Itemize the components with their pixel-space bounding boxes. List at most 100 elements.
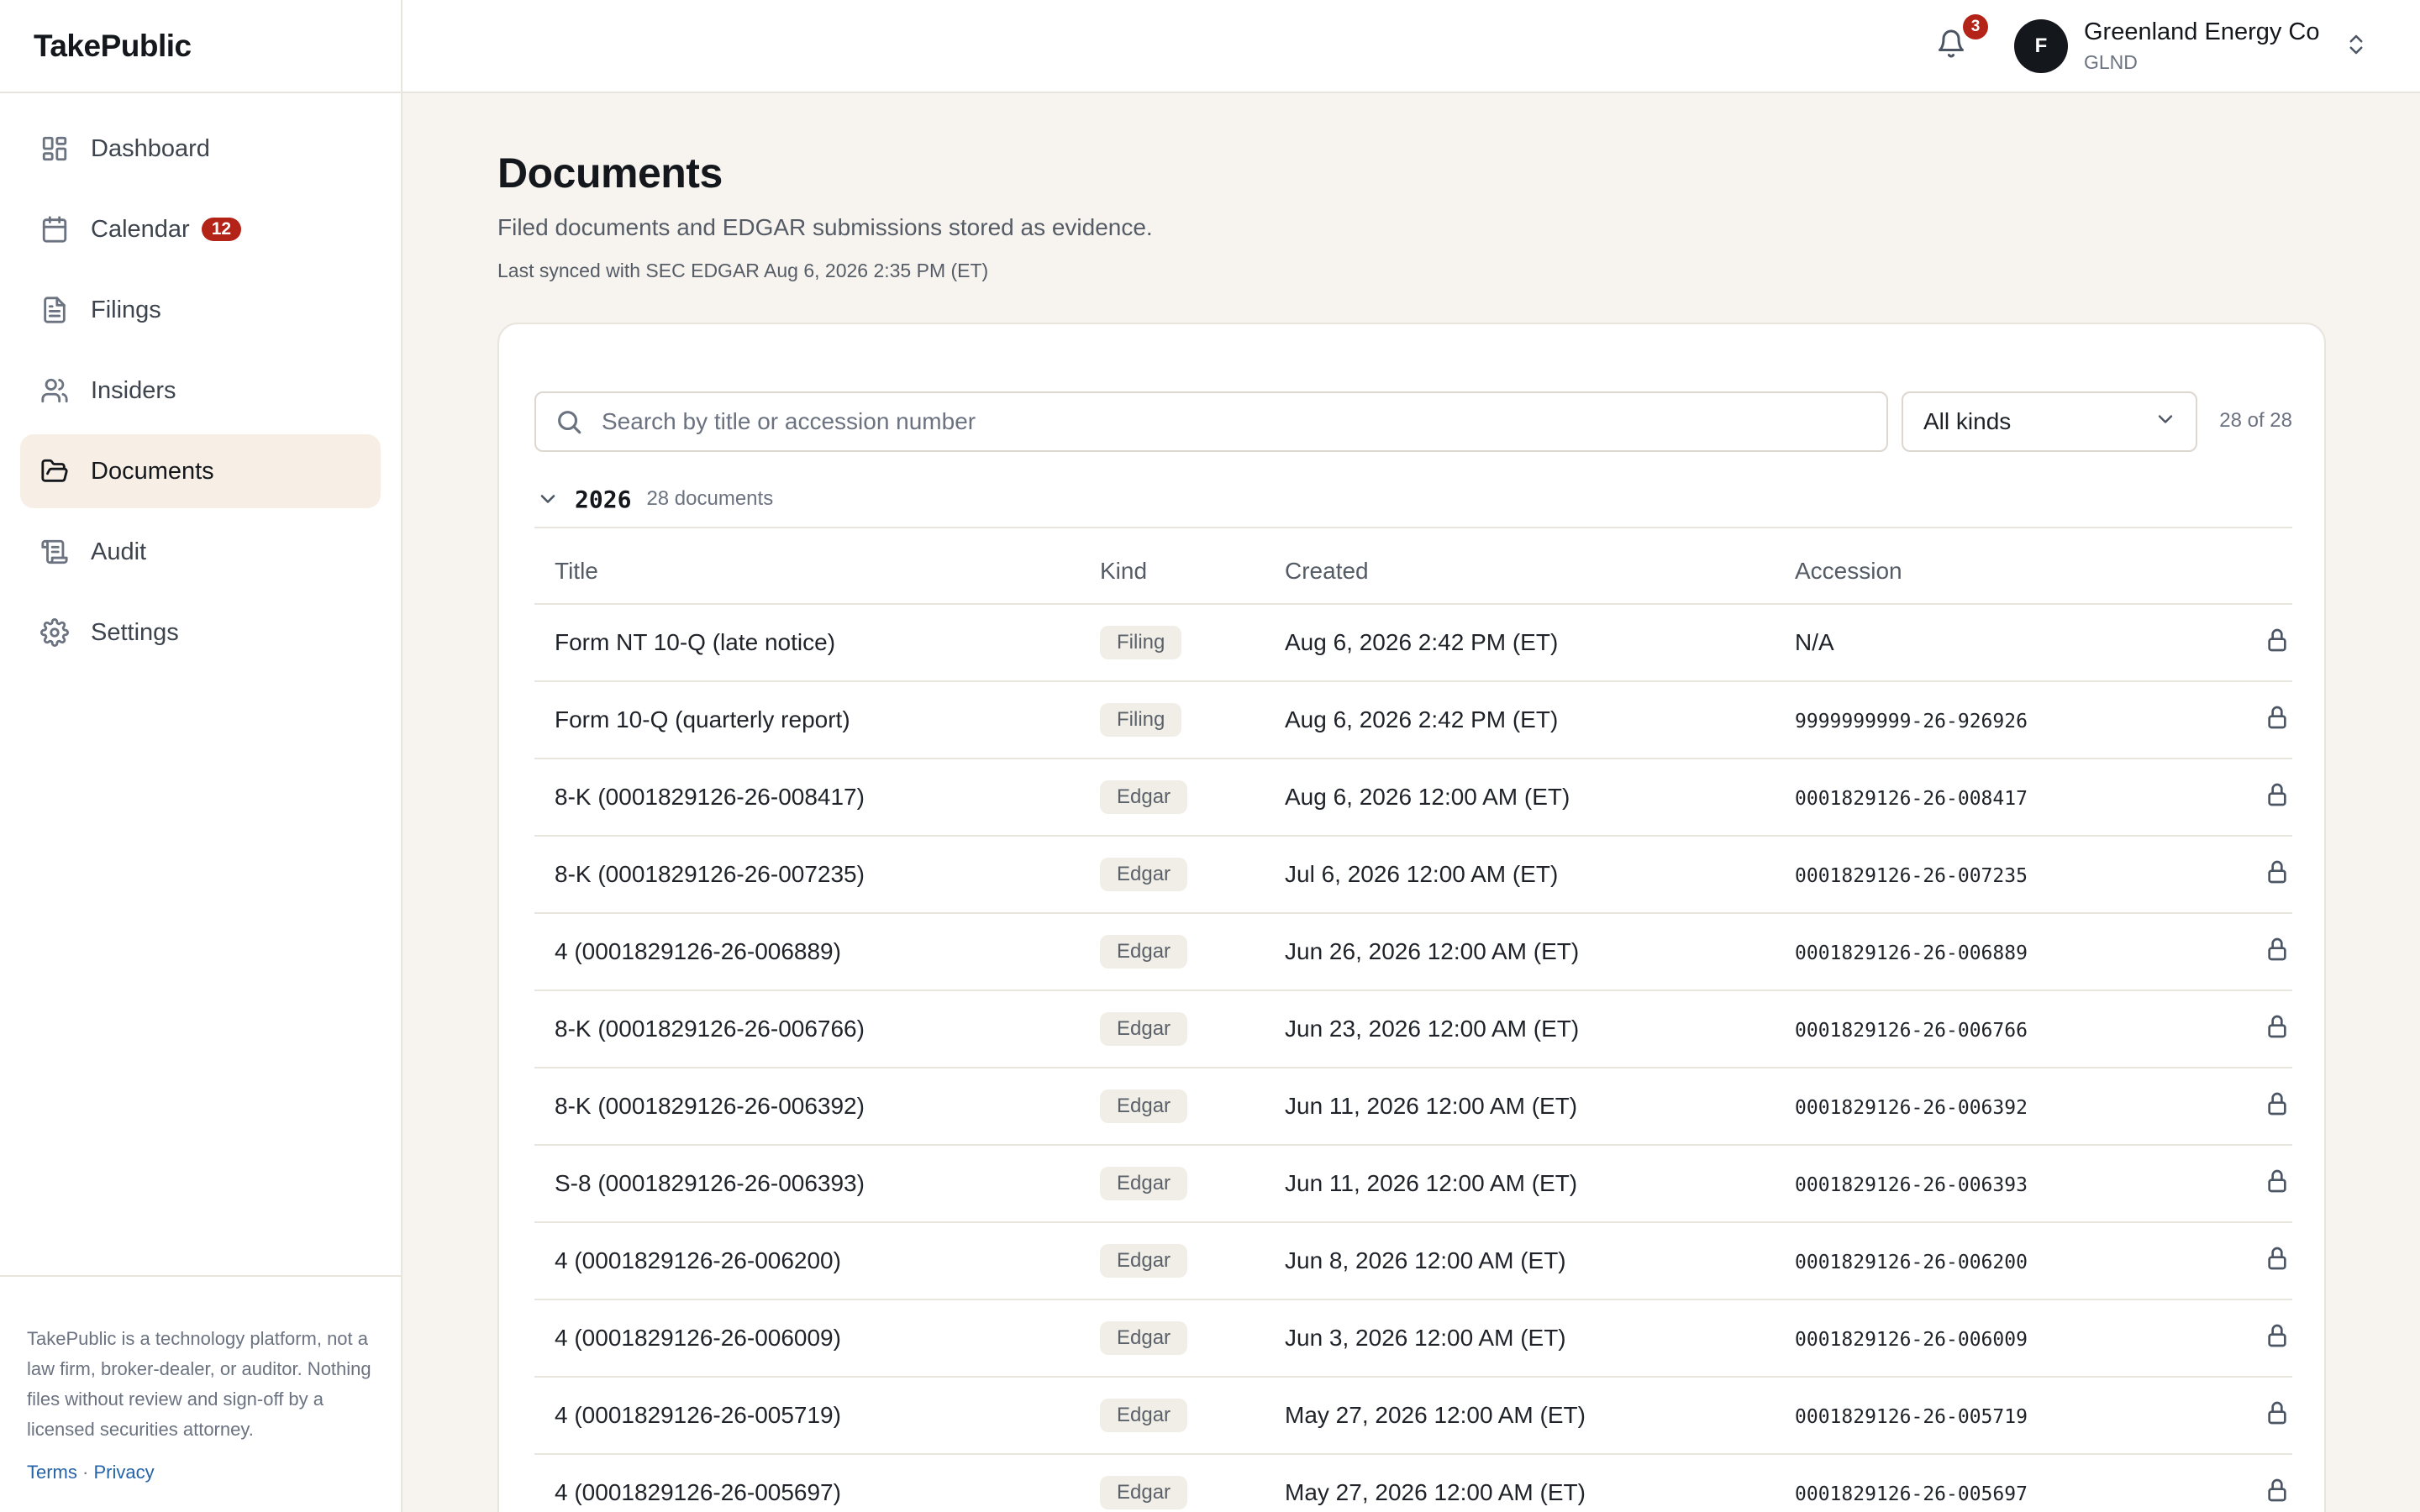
calendar-count-badge: 12 — [201, 218, 242, 241]
search-input[interactable] — [602, 396, 1886, 447]
column-header-created[interactable]: Created — [1285, 528, 1795, 605]
kind-cell: Edgar — [1100, 1068, 1285, 1146]
legal-links: Terms · Privacy — [27, 1462, 374, 1483]
company-switcher-toggle[interactable] — [2344, 32, 2372, 60]
group-document-count: 28 documents — [646, 487, 774, 510]
search-field[interactable] — [534, 391, 1888, 452]
document-title[interactable]: 8-K (0001829126-26-007235) — [534, 836, 1100, 914]
kind-badge: Edgar — [1100, 1012, 1188, 1046]
document-title[interactable]: 8-K (0001829126-26-008417) — [534, 759, 1100, 837]
documents-table: Title Kind Created Accession Form NT 10-… — [534, 528, 2292, 1512]
created-date: Jun 26, 2026 12:00 AM (ET) — [1285, 913, 1795, 991]
table-row[interactable]: 4 (0001829126-26-006009) Edgar Jun 3, 2026… — [534, 1299, 2292, 1378]
document-title[interactable]: 4 (0001829126-26-006009) — [534, 1299, 1100, 1378]
lock-icon[interactable] — [2264, 1399, 2291, 1432]
sidebar-item-filings[interactable]: Filings — [20, 273, 381, 347]
sidebar-item-audit[interactable]: Audit — [20, 515, 381, 589]
lock-icon[interactable] — [2264, 1090, 2291, 1123]
column-header-lock — [2165, 528, 2292, 605]
column-header-title[interactable]: Title — [534, 528, 1100, 605]
table-row[interactable]: 4 (0001829126-26-005697) Edgar May 27, 202… — [534, 1454, 2292, 1512]
lock-icon[interactable] — [2264, 627, 2291, 659]
lock-icon[interactable] — [2264, 781, 2291, 814]
lock-icon[interactable] — [2264, 936, 2291, 969]
accession-value: 0001829126-26-007235 — [1795, 865, 2028, 887]
table-row[interactable]: 4 (0001829126-26-005719) Edgar May 27, 202… — [534, 1377, 2292, 1455]
table-row[interactable]: 8-K (0001829126-26-006392) Edgar Jun 11, 2… — [534, 1068, 2292, 1146]
accession-value: 0001829126-26-006766 — [1795, 1020, 2028, 1042]
document-title[interactable]: 8-K (0001829126-26-006392) — [534, 1068, 1100, 1146]
sidebar-item-label: Filings — [91, 296, 161, 323]
kind-cell: Edgar — [1100, 759, 1285, 837]
kind-badge: Edgar — [1100, 1244, 1188, 1278]
sidebar-item-calendar[interactable]: Calendar 12 — [20, 192, 381, 266]
kind-badge: Edgar — [1100, 1476, 1188, 1509]
table-row[interactable]: S-8 (0001829126-26-006393) Edgar Jun 11, 2… — [534, 1145, 2292, 1223]
table-row[interactable]: 8-K (0001829126-26-007235) Edgar Jul 6, 20… — [534, 836, 2292, 914]
lock-icon[interactable] — [2264, 1013, 2291, 1046]
link-separator: · — [82, 1462, 89, 1483]
created-date: Aug 6, 2026 12:00 AM (ET) — [1285, 759, 1795, 837]
main-content: Documents Filed documents and EDGAR subm… — [497, 93, 2326, 1512]
group-year: 2026 — [575, 485, 632, 513]
company-switcher[interactable]: Greenland Energy Co GLND — [2084, 18, 2320, 74]
sidebar-item-documents[interactable]: Documents — [20, 434, 381, 508]
table-row[interactable]: 4 (0001829126-26-006889) Edgar Jun 26, 202… — [534, 913, 2292, 991]
kind-cell: Edgar — [1100, 1377, 1285, 1455]
lock-cell — [2165, 1222, 2292, 1300]
lock-icon[interactable] — [2264, 1477, 2291, 1509]
lock-icon[interactable] — [2264, 1245, 2291, 1278]
sidebar-item-insiders[interactable]: Insiders — [20, 354, 381, 428]
accession-number: 0001829126-26-006200 — [1795, 1222, 2165, 1300]
lock-icon[interactable] — [2264, 704, 2291, 737]
sidebar-item-label: Dashboard — [91, 134, 210, 162]
sidebar-item-label: Audit — [91, 538, 147, 565]
privacy-link[interactable]: Privacy — [93, 1462, 154, 1483]
lock-cell — [2165, 836, 2292, 914]
column-header-accession[interactable]: Accession — [1795, 528, 2165, 605]
document-title[interactable]: 4 (0001829126-26-006889) — [534, 913, 1100, 991]
table-row[interactable]: Form NT 10-Q (late notice) Filing Aug 6, 2… — [534, 604, 2292, 682]
result-count: 28 of 28 — [2219, 409, 2292, 432]
lock-cell — [2165, 1145, 2292, 1223]
table-row[interactable]: 8-K (0001829126-26-006766) Edgar Jun 23, 2… — [534, 990, 2292, 1068]
sidebar-item-settings[interactable]: Settings — [20, 596, 381, 669]
kind-cell: Edgar — [1100, 836, 1285, 914]
accession-number: 0001829126-26-006889 — [1795, 913, 2165, 991]
brand-logo[interactable]: TakePublic — [0, 0, 401, 93]
avatar[interactable]: F — [2014, 19, 2068, 73]
document-title[interactable]: 4 (0001829126-26-005697) — [534, 1454, 1100, 1512]
document-title[interactable]: 4 (0001829126-26-006200) — [534, 1222, 1100, 1300]
document-title[interactable]: S-8 (0001829126-26-006393) — [534, 1145, 1100, 1223]
year-group-header[interactable]: 2026 28 documents — [534, 471, 2292, 528]
accession-value: 0001829126-26-006393 — [1795, 1174, 2028, 1196]
lock-cell — [2165, 913, 2292, 991]
table-row[interactable]: 8-K (0001829126-26-008417) Edgar Aug 6, 20… — [534, 759, 2292, 837]
lock-icon[interactable] — [2264, 858, 2291, 891]
kind-filter-select[interactable]: All kinds — [1902, 391, 2197, 452]
terms-link[interactable]: Terms — [27, 1462, 77, 1483]
accession-value: 0001829126-26-005697 — [1795, 1483, 2028, 1505]
column-header-kind[interactable]: Kind — [1100, 528, 1285, 605]
lock-cell — [2165, 990, 2292, 1068]
accession-number: 0001829126-26-005697 — [1795, 1454, 2165, 1512]
table-row[interactable]: Form 10-Q (quarterly report) Filing Aug 6,… — [534, 681, 2292, 759]
lock-icon[interactable] — [2264, 1322, 2291, 1355]
kind-cell: Edgar — [1100, 990, 1285, 1068]
created-date: May 27, 2026 12:00 AM (ET) — [1285, 1377, 1795, 1455]
lock-icon[interactable] — [2264, 1168, 2291, 1200]
scroll-icon — [40, 538, 69, 566]
created-date: Jun 8, 2026 12:00 AM (ET) — [1285, 1222, 1795, 1300]
document-title[interactable]: Form 10-Q (quarterly report) — [534, 681, 1100, 759]
dashboard-icon — [40, 134, 69, 163]
document-title[interactable]: 4 (0001829126-26-005719) — [534, 1377, 1100, 1455]
sync-status: Last synced with SEC EDGAR Aug 6, 2026 2… — [497, 260, 989, 281]
sidebar-item-dashboard[interactable]: Dashboard — [20, 112, 381, 186]
table-body: Form NT 10-Q (late notice) Filing Aug 6, 2… — [534, 604, 2292, 1512]
chevron-down-icon[interactable] — [536, 486, 561, 512]
document-title[interactable]: Form NT 10-Q (late notice) — [534, 604, 1100, 682]
document-title[interactable]: 8-K (0001829126-26-006766) — [534, 990, 1100, 1068]
created-date: Aug 6, 2026 2:42 PM (ET) — [1285, 604, 1795, 682]
kind-badge: Edgar — [1100, 1321, 1188, 1355]
table-row[interactable]: 4 (0001829126-26-006200) Edgar Jun 8, 2026… — [534, 1222, 2292, 1300]
